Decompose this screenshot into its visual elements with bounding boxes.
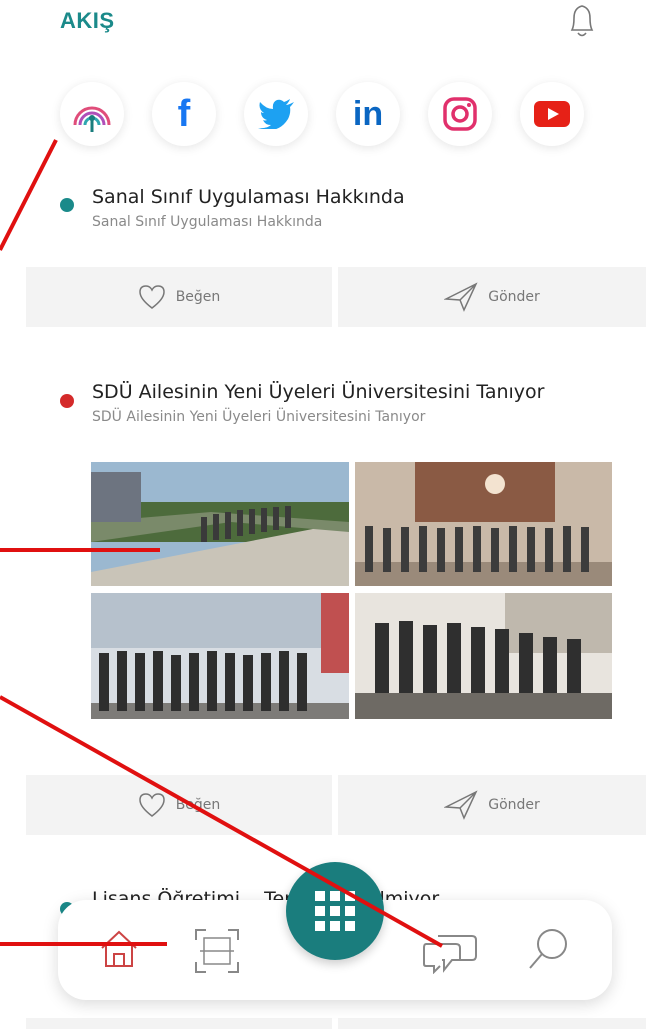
- annotation-lines: [0, 139, 443, 948]
